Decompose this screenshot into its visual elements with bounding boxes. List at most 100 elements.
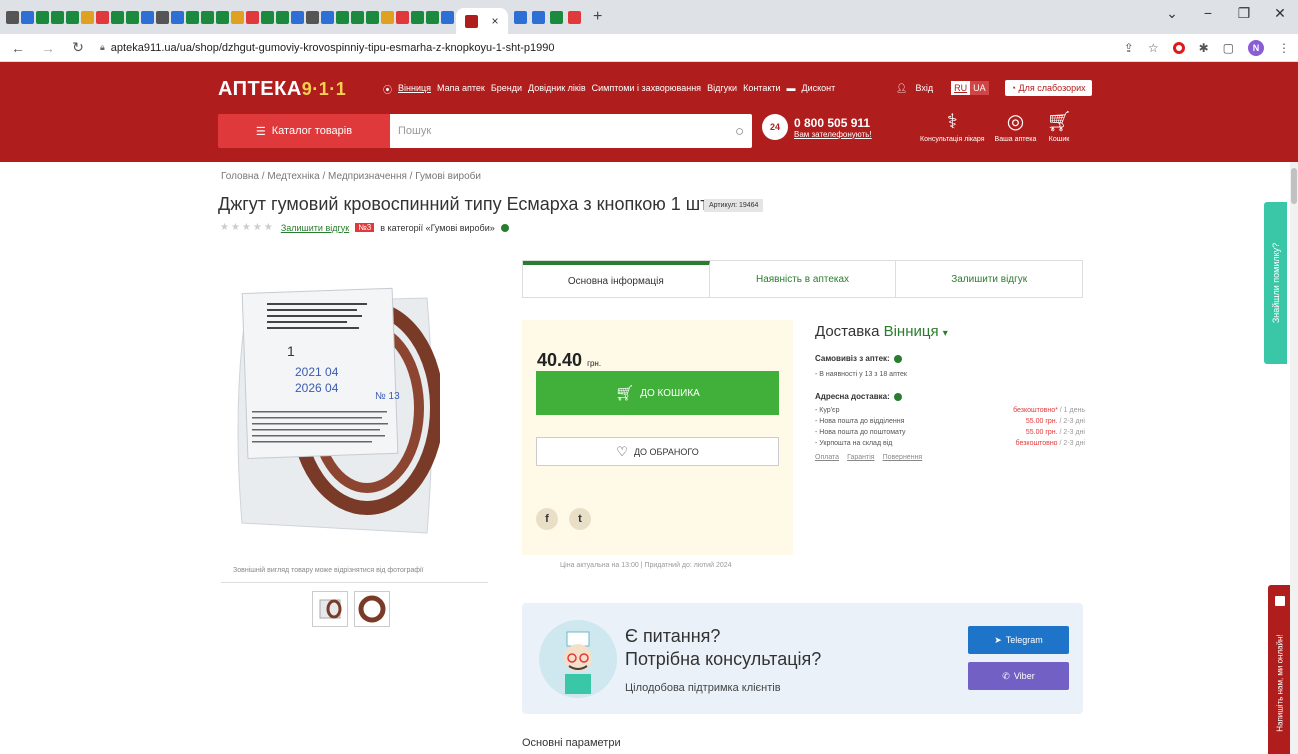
viber-button[interactable]: ✆ Viber xyxy=(968,662,1069,690)
thumbnail-1[interactable] xyxy=(312,591,348,627)
search-input[interactable]: Пошук ○ xyxy=(390,114,752,148)
pinned-tab-favicon-icon[interactable] xyxy=(186,10,199,24)
chat-widget-tab[interactable]: Напишіть нам, ми онлайн! xyxy=(1268,585,1292,754)
nav-brands[interactable]: Бренди xyxy=(491,83,522,96)
site-logo[interactable]: АПТЕКА9·1·1 xyxy=(218,78,346,101)
rating-stars-icon[interactable]: ★★★★★ xyxy=(220,222,275,233)
pinned-tab-favicon-icon[interactable] xyxy=(36,10,49,24)
warranty-link[interactable]: Гарантія xyxy=(847,454,875,461)
opera-extension-icon[interactable] xyxy=(1172,42,1185,54)
doctor-consult-button[interactable]: ⚕︎ Консультація лікаря xyxy=(920,112,985,143)
pinned-tab-favicon-icon[interactable] xyxy=(81,10,94,24)
chevron-down-icon[interactable]: ▾ xyxy=(943,328,948,339)
return-link[interactable]: Повернення xyxy=(883,454,923,461)
payment-link[interactable]: Оплата xyxy=(815,454,839,461)
pinned-tab-favicon-icon[interactable] xyxy=(111,10,124,24)
pinned-tab-favicon-icon[interactable] xyxy=(306,10,319,24)
restore-icon[interactable]: ❐ xyxy=(1226,5,1262,22)
info-icon[interactable] xyxy=(893,392,902,401)
pinned-tab-favicon-icon[interactable] xyxy=(411,10,424,24)
pinned-tab-favicon-icon[interactable] xyxy=(261,10,274,24)
add-to-cart-button[interactable]: 🛒︎ ДО КОШИКА xyxy=(536,371,779,415)
facebook-icon[interactable]: f xyxy=(536,508,558,530)
search-icon[interactable]: ○ xyxy=(735,123,744,140)
crumb-medpurpose[interactable]: Медпризначення xyxy=(328,171,407,182)
bookmark-star-icon[interactable]: ☆ xyxy=(1148,41,1159,55)
pinned-tab-favicon-icon[interactable] xyxy=(351,10,364,24)
pinned-tab-favicon-icon[interactable] xyxy=(276,10,289,24)
pinned-tab-favicon-icon[interactable] xyxy=(156,10,169,24)
twitter-icon[interactable]: t xyxy=(569,508,591,530)
weak-sight-button[interactable]: ◔ Для слабозорих xyxy=(1004,80,1092,96)
pickup-availability[interactable]: - В наявності у 13 з 18 аптек xyxy=(815,371,1085,378)
forward-icon[interactable]: → xyxy=(36,40,60,56)
thumbnail-2[interactable] xyxy=(354,591,390,627)
tab-close-icon[interactable]: × xyxy=(491,14,498,28)
pinned-tab-favicon-icon[interactable] xyxy=(51,10,64,24)
crumb-home[interactable]: Головна xyxy=(221,171,259,182)
browser-menu-icon[interactable]: ⋮ xyxy=(1278,41,1290,55)
crumb-rubber[interactable]: Гумові вироби xyxy=(415,171,481,182)
nav-drugs[interactable]: Довідник ліків xyxy=(528,83,586,96)
address-bar[interactable]: 🔒︎ apteka911.ua/ua/shop/dzhgut-gumoviy-k… xyxy=(100,42,555,54)
pinned-tab-favicon-icon[interactable] xyxy=(426,10,439,24)
active-tab[interactable]: × xyxy=(456,8,508,34)
share-icon[interactable]: ⇪ xyxy=(1124,41,1134,55)
login-link[interactable]: Вхід xyxy=(915,83,933,93)
close-window-icon[interactable]: ✕ xyxy=(1262,5,1298,22)
sidebar-icon[interactable]: ▢ xyxy=(1223,41,1234,55)
pinned-tab-favicon-icon[interactable] xyxy=(21,10,34,24)
report-error-tab[interactable]: Знайшли помилку? xyxy=(1264,202,1287,364)
pinned-tab-favicon-icon[interactable] xyxy=(246,10,259,24)
nav-symptoms[interactable]: Симптоми і захворювання xyxy=(592,83,701,96)
pinned-tab-favicon-icon[interactable] xyxy=(231,10,244,24)
page-scrollbar[interactable] xyxy=(1290,162,1298,754)
leave-review-link[interactable]: Залишити відгук xyxy=(281,223,349,233)
pinned-tab-favicon-icon[interactable] xyxy=(201,10,214,24)
pinned-tab-favicon-icon[interactable] xyxy=(141,10,154,24)
tab-availability[interactable]: Наявність в аптеках xyxy=(710,261,897,297)
delivery-city-select[interactable]: Вінниця xyxy=(884,323,939,340)
scrollbar-thumb[interactable] xyxy=(1291,168,1297,204)
pinned-tab-favicon-icon[interactable] xyxy=(366,10,379,24)
pinned-tab-favicon-icon[interactable] xyxy=(96,10,109,24)
pinned-tab-favicon-icon[interactable] xyxy=(291,10,304,24)
pharmacy-button[interactable]: ◎ Ваша аптека xyxy=(995,112,1037,143)
nav-map[interactable]: Мапа аптек xyxy=(437,83,485,96)
extensions-puzzle-icon[interactable]: ✱ xyxy=(1199,41,1209,55)
telegram-button[interactable]: ➤ Telegram xyxy=(968,626,1069,654)
pinned-tab-favicon-icon[interactable] xyxy=(321,10,334,24)
tab-main-info[interactable]: Основна інформація xyxy=(523,261,710,297)
pinned-tab-favicon-icon[interactable] xyxy=(441,10,454,24)
nav-discount[interactable]: Дисконт xyxy=(802,83,836,96)
reload-icon[interactable]: ↻ xyxy=(66,39,90,56)
tab-search-icon[interactable]: ⌄ xyxy=(1154,5,1190,22)
nav-city[interactable]: Вінниця xyxy=(398,83,431,96)
callback-link[interactable]: Вам зателефонують! xyxy=(794,130,872,139)
lang-ru[interactable]: RU xyxy=(951,81,971,95)
info-icon[interactable] xyxy=(893,354,902,363)
back-icon[interactable]: ← xyxy=(6,40,30,56)
nav-contacts[interactable]: Контакти xyxy=(743,83,780,96)
pinned-tab-favicon-icon[interactable] xyxy=(6,10,19,24)
add-to-favorites-button[interactable]: ♡ ДО ОБРАНОГО xyxy=(536,437,779,466)
phone-number[interactable]: 0 800 505 911 xyxy=(794,116,872,130)
catalog-button[interactable]: ☰ Каталог товарів xyxy=(218,114,390,148)
pinned-tab-favicon-icon[interactable] xyxy=(336,10,349,24)
product-image[interactable]: 1 2021 04 2026 04 № 13 xyxy=(227,283,440,538)
new-tab-button[interactable]: + xyxy=(593,8,602,26)
pinned-tab-favicon-icon[interactable] xyxy=(216,10,229,24)
lang-ua[interactable]: UA xyxy=(970,81,989,95)
tab-review[interactable]: Залишити відгук xyxy=(896,261,1082,297)
pinned-tab-favicon-icon[interactable] xyxy=(381,10,394,24)
cart-button[interactable]: 🛒︎ Кошик xyxy=(1046,112,1071,143)
minimize-icon[interactable]: − xyxy=(1190,5,1226,21)
info-icon[interactable] xyxy=(500,223,509,232)
nav-reviews[interactable]: Відгуки xyxy=(707,83,737,96)
pinned-tab-favicon-icon[interactable] xyxy=(126,10,139,24)
crumb-medtech[interactable]: Медтехніка xyxy=(267,171,319,182)
pinned-tab-favicon-icon[interactable] xyxy=(66,10,79,24)
pinned-tab-favicon-icon[interactable] xyxy=(396,10,409,24)
profile-avatar[interactable]: N xyxy=(1248,40,1264,56)
pinned-tab-favicon-icon[interactable] xyxy=(171,10,184,24)
